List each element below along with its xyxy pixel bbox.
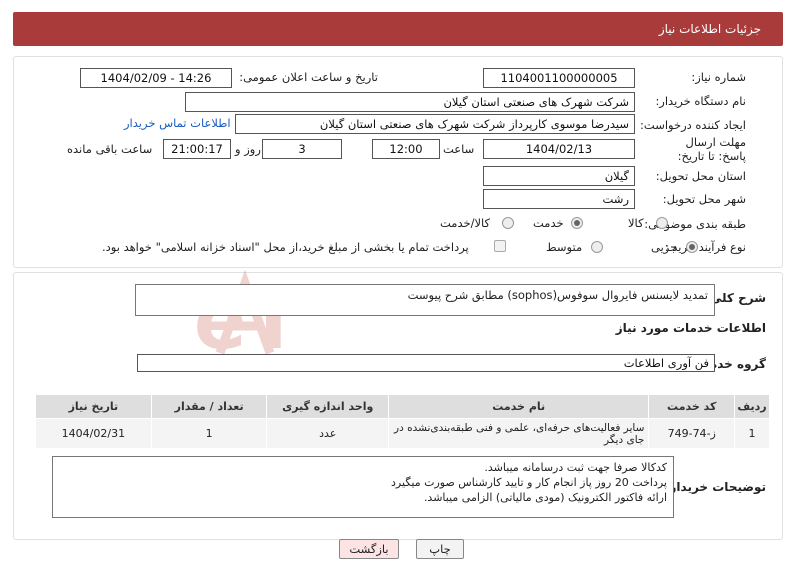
purchase-option-medium: متوسط bbox=[546, 240, 583, 254]
deadline-time-field: 12:00 bbox=[372, 139, 440, 159]
buyer-org-field: شرکت شهرک های صنعتی استان گیلان bbox=[185, 92, 635, 112]
cell-unit: عدد bbox=[266, 418, 389, 449]
category-option-goods-service: کالا/خدمت bbox=[440, 216, 491, 230]
city-field: رشت bbox=[483, 189, 635, 209]
services-section-title: اطلاعات خدمات مورد نیاز bbox=[615, 321, 766, 335]
service-group-field: فن آوری اطلاعات bbox=[137, 354, 715, 372]
cell-service-name: سایر فعالیت‌های حرفه‌ای، علمی و فنی طبقه… bbox=[387, 418, 650, 449]
category-option-goods: کالا bbox=[628, 216, 644, 230]
city-label: شهر محل تحویل: bbox=[662, 192, 746, 206]
cell-service-code: ز-74-749 bbox=[648, 418, 736, 449]
col-name-header: نام خدمت bbox=[387, 394, 650, 419]
cell-need-date: 1404/02/31 bbox=[35, 418, 152, 449]
col-row-header: ردیف bbox=[734, 394, 770, 419]
deadline-label: مهلت ارسال پاسخ: تا تاریخ: bbox=[677, 135, 746, 163]
buyer-org-label: نام دستگاه خریدار: bbox=[655, 94, 746, 108]
need-number-label: شماره نیاز: bbox=[691, 70, 746, 84]
need-details-page: جزئیات اطلاعات نیاز شماره نیاز: 11040011… bbox=[0, 0, 788, 574]
purchase-option-minor: جزیی bbox=[651, 240, 678, 254]
requester-label: ایجاد کننده درخواست: bbox=[640, 118, 746, 132]
treasury-payment-note: پرداخت تمام یا بخشی از مبلغ خرید،از محل … bbox=[102, 240, 469, 254]
remaining-days-field: 3 bbox=[262, 139, 342, 159]
deadline-time-label: ساعت bbox=[443, 142, 475, 156]
cell-row-number: 1 bbox=[734, 418, 770, 449]
print-button[interactable]: چاپ bbox=[416, 539, 464, 559]
summary-text: تمدید لایسنس فایروال سوفوس(sophos) مطابق… bbox=[407, 288, 708, 302]
col-unit-header: واحد اندازه گیری bbox=[266, 394, 389, 419]
buyer-note-line: کدکالا صرفا جهت ثبت درسامانه میباشد. bbox=[484, 461, 667, 474]
header-bar: جزئیات اطلاعات نیاز bbox=[13, 12, 783, 46]
requester-field: سیدرضا موسوی کارپرداز شرکت شهرک های صنعت… bbox=[235, 114, 635, 134]
summary-field: تمدید لایسنس فایروال سوفوس(sophos) مطابق… bbox=[135, 284, 715, 316]
col-qty-header: تعداد / مقدار bbox=[150, 394, 268, 419]
buyer-note-line: ارائه فاکتور الکترونیک (مودی مالیاتی) ال… bbox=[423, 491, 667, 504]
category-radio-goods[interactable] bbox=[656, 217, 668, 229]
buyer-notes-label: توضیحات خریدار: bbox=[664, 480, 766, 494]
announce-datetime-field: 1404/02/09 - 14:26 bbox=[80, 68, 232, 88]
purchase-radio-minor[interactable] bbox=[686, 241, 698, 253]
back-button[interactable]: بازگشت bbox=[339, 539, 399, 559]
need-number-field: 1104001100000005 bbox=[483, 68, 635, 88]
days-label: روز و bbox=[235, 142, 261, 156]
buyer-note-line: پرداخت 20 روز پاز انجام کار و تایید کارش… bbox=[391, 476, 667, 489]
category-option-service: خدمت bbox=[533, 216, 564, 230]
treasury-payment-checkbox[interactable] bbox=[494, 240, 506, 252]
category-radio-goods-service[interactable] bbox=[502, 217, 514, 229]
services-table: ردیف کد خدمت نام خدمت واحد اندازه گیری ت… bbox=[35, 394, 770, 449]
col-code-header: کد خدمت bbox=[648, 394, 736, 419]
table-row: 1 ز-74-749 سایر فعالیت‌های حرفه‌ای، علمی… bbox=[35, 418, 770, 449]
col-date-header: تاریخ نیاز bbox=[35, 394, 152, 419]
province-field: گیلان bbox=[483, 166, 635, 186]
purchase-radio-medium[interactable] bbox=[591, 241, 603, 253]
remaining-time-label: ساعت باقی مانده bbox=[67, 142, 153, 156]
buyer-contact-link[interactable]: اطلاعات تماس خریدار bbox=[124, 116, 231, 130]
remaining-time-field: 21:00:17 bbox=[163, 139, 231, 159]
province-label: استان محل تحویل: bbox=[655, 169, 746, 183]
page-title: جزئیات اطلاعات نیاز bbox=[658, 22, 761, 36]
buyer-notes-field: کدکالا صرفا جهت ثبت درسامانه میباشد. پرد… bbox=[52, 456, 674, 518]
announce-datetime-label: تاریخ و ساعت اعلان عمومی: bbox=[239, 70, 378, 84]
deadline-date-field: 1404/02/13 bbox=[483, 139, 635, 159]
cell-quantity: 1 bbox=[150, 418, 268, 449]
category-radio-service[interactable] bbox=[571, 217, 583, 229]
